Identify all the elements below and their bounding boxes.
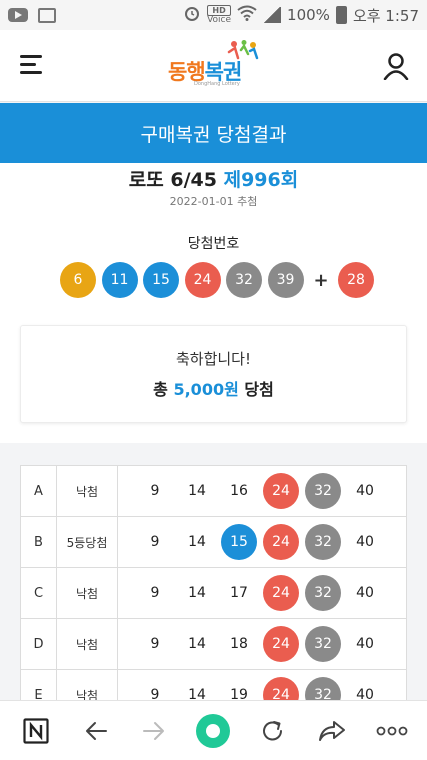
ticket-number: 40 — [356, 585, 374, 601]
ticket-result: 낙첨 — [56, 567, 118, 619]
share-icon — [319, 721, 345, 741]
ticket-number-matched: 15 — [218, 524, 260, 560]
ticket-number-matched: 32 — [302, 575, 344, 611]
ticket-number: 19 — [230, 687, 248, 700]
user-button[interactable] — [383, 52, 409, 81]
logo-subtext: DongHang Lottery — [194, 81, 240, 87]
congrats-message: 축하합니다! — [175, 350, 251, 368]
ticket-result: 낙첨 — [56, 618, 118, 670]
ticket-number-matched: 32 — [302, 626, 344, 662]
winning-numbers-label: 당첨번호 — [187, 236, 240, 252]
ticket-number-matched: 32 — [302, 473, 344, 509]
ticket-number: 40 — [356, 687, 374, 700]
ticket-number-matched: 24 — [260, 575, 302, 611]
ticket-result: 5등당첨 — [56, 516, 118, 568]
congrats-card: 축하합니다! 총 5,000원 당첨 — [20, 325, 407, 423]
ticket-number: 18 — [230, 636, 248, 652]
ticket-line-label: C — [20, 567, 57, 619]
ticket-result: 낙첨 — [56, 669, 118, 700]
user-icon — [383, 53, 409, 81]
ticket-row: B 5등당첨 9 14 15 24 32 40 — [20, 516, 407, 568]
ticket-number: 16 — [230, 483, 248, 499]
ticket-number-matched: 24 — [260, 473, 302, 509]
ticket-result: 낙첨 — [56, 465, 118, 517]
gallery-notification-icon — [38, 7, 56, 23]
draw-date: 2022-01-01 추첨 — [169, 195, 258, 208]
draw-title: 로또 6/45 제996회 — [128, 169, 299, 191]
draw-round: 제996회 — [223, 169, 299, 191]
youtube-notification-icon — [8, 8, 28, 22]
ticket-number-matched: 24 — [260, 677, 302, 700]
wifi-icon — [237, 5, 257, 25]
more-icon — [376, 726, 408, 736]
ticket-row: D 낙첨 9 14 18 24 32 40 — [20, 618, 407, 670]
ticket-number: 40 — [356, 483, 374, 499]
prize-total: 총 5,000원 당첨 — [153, 380, 274, 399]
ticket-line-label: A — [20, 465, 57, 517]
battery-percent: 100% — [287, 6, 330, 24]
refresh-button[interactable] — [259, 717, 287, 745]
ticket-table[interactable]: A 낙첨 9 14 16 24 32 40 B 5등당첨 9 14 15 24 32 40 C 낙첨 9 14 17 24… — [20, 465, 407, 700]
ticket-number: 40 — [356, 534, 374, 550]
clock: 오후 1:57 — [352, 6, 419, 25]
status-bar: HD Voice 100% 오후 1:57 — [0, 0, 427, 30]
ticket-line-label: E — [20, 669, 57, 700]
menu-button[interactable] — [20, 55, 42, 75]
battery-icon — [335, 6, 347, 24]
winning-ball: 15 — [143, 262, 179, 298]
hamburger-icon — [20, 55, 42, 58]
naver-button[interactable] — [22, 717, 50, 745]
browser-bottom-bar — [0, 700, 427, 760]
share-button[interactable] — [318, 717, 346, 745]
ticket-number: 9 — [150, 534, 160, 550]
forward-icon — [143, 722, 164, 740]
winning-ball: 39 — [267, 262, 304, 298]
home-icon — [196, 714, 230, 748]
ticket-line-label: D — [20, 618, 57, 670]
ticket-number-matched: 32 — [302, 524, 344, 560]
page-title: 구매복권 당첨결과 — [140, 123, 287, 146]
winning-ball: 11 — [101, 262, 138, 298]
refresh-icon — [263, 721, 282, 741]
winning-numbers: 6 11 15 24 32 39 +28 — [60, 262, 380, 298]
prize-amount: 5,000원 — [173, 380, 239, 399]
bonus-ball: 28 — [338, 262, 374, 298]
page-title-band: 구매복권 당첨결과 — [0, 103, 427, 163]
ticket-number: 14 — [188, 534, 206, 550]
winning-ball: 32 — [226, 262, 262, 298]
signal-icon — [263, 7, 282, 23]
ticket-number: 9 — [150, 483, 160, 499]
ticket-number-matched: 32 — [302, 677, 344, 700]
ticket-number: 9 — [150, 687, 160, 700]
naver-icon — [23, 718, 49, 744]
back-button[interactable] — [82, 717, 110, 745]
ticket-number: 14 — [188, 636, 206, 652]
winning-ball: 6 — [60, 262, 96, 298]
ticket-number: 9 — [150, 636, 160, 652]
ticket-line-label: B — [20, 516, 57, 568]
winning-ball: 24 — [184, 262, 221, 298]
forward-button[interactable] — [140, 717, 168, 745]
ticket-number: 9 — [150, 585, 160, 601]
draw-result-panel: 로또 6/45 제996회 2022-01-01 추첨 당첨번호 6 11 15 24… — [0, 163, 427, 443]
ticket-number: 14 — [188, 483, 206, 499]
ticket-number-matched: 24 — [260, 626, 302, 662]
ticket-row: A 낙첨 9 14 16 24 32 40 — [20, 465, 407, 517]
app-header: 동행복권 DongHang Lottery — [0, 30, 427, 102]
more-button[interactable] — [376, 717, 408, 745]
ticket-row: E 낙첨 9 14 19 24 32 40 — [20, 669, 407, 700]
back-icon — [86, 722, 107, 740]
ticket-number: 17 — [230, 585, 248, 601]
ticket-number: 14 — [188, 687, 206, 700]
alarm-icon — [183, 4, 201, 26]
ticket-row: C 낙첨 9 14 17 24 32 40 — [20, 567, 407, 619]
ticket-number: 14 — [188, 585, 206, 601]
hd-voice-indicator: HD Voice — [207, 5, 232, 25]
bonus-plus: + — [313, 269, 329, 291]
home-button[interactable] — [195, 713, 231, 749]
logo[interactable]: 동행복권 DongHang Lottery — [168, 40, 260, 92]
logo-figures-icon — [227, 40, 259, 60]
ticket-number-matched: 24 — [260, 524, 302, 560]
ticket-number: 40 — [356, 636, 374, 652]
